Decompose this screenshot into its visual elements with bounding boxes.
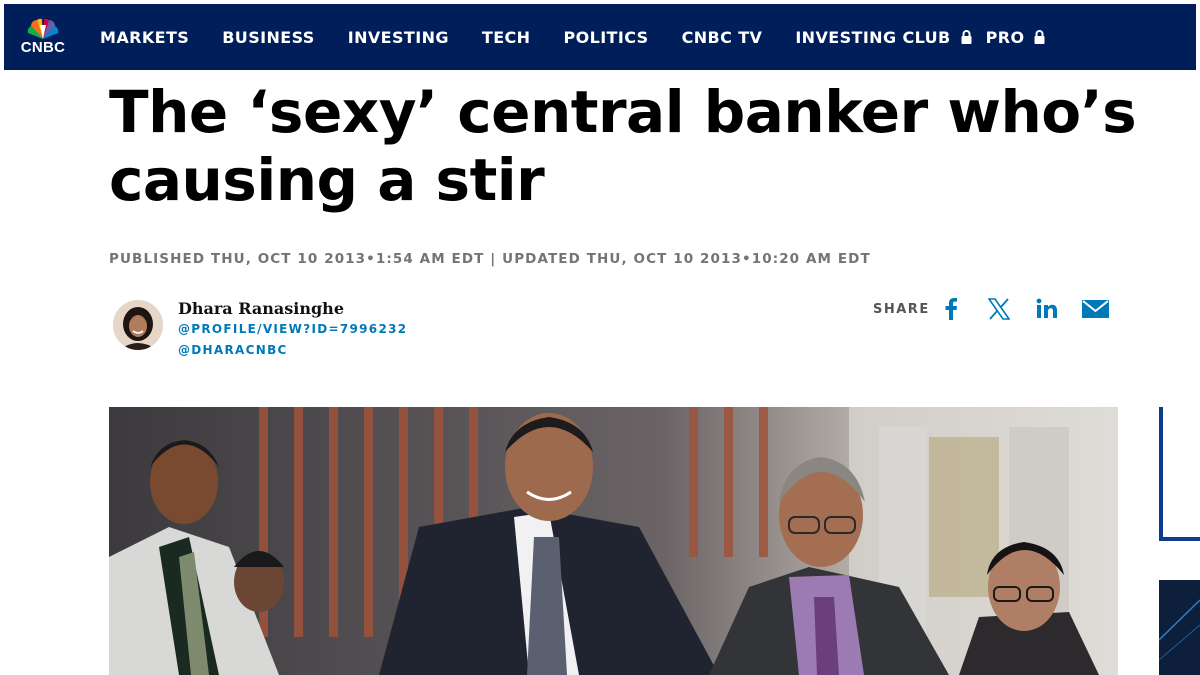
headline-line: The ‘sexy’ central banker who’s [109, 78, 1137, 146]
author-twitter-handle[interactable]: @DHARACNBC [178, 343, 288, 357]
nav-item-investing[interactable]: INVESTING [348, 28, 449, 47]
nav-label: MARKETS [100, 27, 190, 47]
email-icon [1082, 300, 1109, 318]
nav-label: INVESTING [347, 27, 449, 47]
rail-advertisement[interactable] [1159, 580, 1200, 675]
top-navigation: CNBC MARKETS BUSINESS INVESTING TECH POL… [4, 4, 1196, 70]
facebook-share-button[interactable] [944, 294, 958, 324]
hero-photo[interactable] [109, 407, 1118, 675]
nav-label: INVESTING CLUB [795, 27, 951, 47]
x-icon [988, 298, 1010, 320]
author-profile-link[interactable]: @PROFILE/VIEW?ID=7996232 [178, 322, 407, 336]
nav-label: PRO [985, 27, 1025, 47]
publish-timestamps: PUBLISHED THU, OCT 10 2013•1:54 AM EDT |… [109, 251, 871, 267]
nav-item-politics[interactable]: POLITICS [563, 28, 648, 47]
nav-item-cnbc-tv[interactable]: CNBC TV [682, 28, 763, 47]
nav-item-investing-club[interactable]: INVESTING CLUB [795, 27, 972, 47]
rail-ad-graphic [1159, 599, 1200, 661]
facebook-icon [945, 298, 957, 320]
headline-line: causing a stir [109, 146, 545, 214]
linkedin-share-button[interactable] [1036, 294, 1058, 324]
lock-icon [961, 30, 972, 44]
nav-label: CNBC TV [681, 27, 763, 47]
nav-item-tech[interactable]: TECH [482, 28, 531, 47]
hero-photo-illustration [109, 407, 1118, 675]
nav-menu: MARKETS BUSINESS INVESTING TECH POLITICS… [100, 28, 1078, 47]
author-name[interactable]: Dhara Ranasinghe [178, 299, 344, 318]
nav-label: TECH [481, 27, 531, 47]
article-headline: The ‘sexy’ central banker who’s causing … [109, 78, 1199, 214]
nav-item-business[interactable]: BUSINESS [222, 28, 315, 47]
nav-item-markets[interactable]: MARKETS [100, 28, 189, 47]
nav-label: BUSINESS [222, 27, 315, 47]
rail-promo-card[interactable] [1159, 407, 1200, 541]
cnbc-logo[interactable]: CNBC [4, 4, 82, 70]
lock-icon [1034, 30, 1045, 44]
email-share-button[interactable] [1082, 294, 1109, 324]
share-label: SHARE [873, 302, 930, 317]
peacock-icon [27, 18, 59, 39]
linkedin-icon [1036, 298, 1057, 318]
nav-label: POLITICS [563, 27, 649, 47]
avatar-portrait [113, 300, 163, 350]
x-share-button[interactable] [988, 294, 1010, 324]
logo-text: CNBC [20, 39, 66, 56]
author-avatar[interactable] [113, 300, 163, 350]
nav-item-pro[interactable]: PRO [986, 28, 1046, 47]
